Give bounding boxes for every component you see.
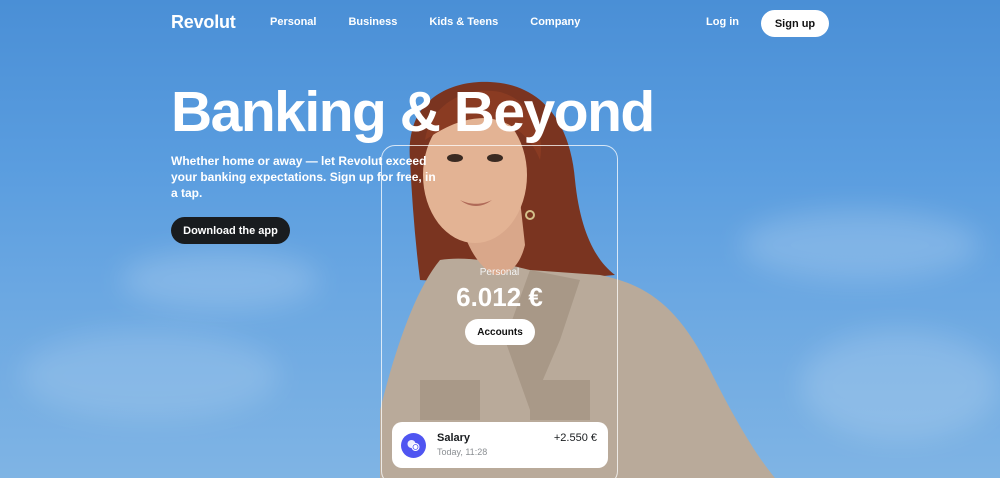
account-label: Personal: [479, 267, 520, 278]
transaction-name: Salary: [437, 432, 471, 444]
transaction-amount: +2.550 €: [553, 432, 597, 444]
nav-link-company[interactable]: Company: [530, 16, 580, 28]
account-balance: 6.012 €: [456, 282, 543, 312]
nav-link-business[interactable]: Business: [348, 16, 397, 28]
cloud-decoration: [120, 250, 320, 310]
download-app-button[interactable]: Download the app: [171, 217, 290, 244]
hero-subtitle: Whether home or away — let Revolut excee…: [171, 154, 436, 200]
login-link[interactable]: Log in: [706, 16, 739, 28]
cloud-decoration: [800, 330, 1000, 440]
signup-button[interactable]: Sign up: [761, 10, 829, 37]
accounts-button[interactable]: Accounts: [465, 319, 535, 345]
revolut-logo[interactable]: Revolut: [171, 12, 236, 33]
nav-link-personal[interactable]: Personal: [270, 16, 316, 28]
transaction-time: Today, 11:28: [437, 447, 488, 457]
coins-icon: [401, 433, 426, 458]
nav-links: Personal Business Kids & Teens Company: [270, 16, 612, 28]
cloud-decoration: [20, 330, 280, 420]
nav-link-kids-teens[interactable]: Kids & Teens: [429, 16, 498, 28]
hero-title: Banking & Beyond: [171, 80, 655, 144]
transaction-card: Salary Today, 11:28 +2.550 €: [392, 422, 608, 468]
top-navigation: Revolut Personal Business Kids & Teens C…: [0, 0, 1000, 46]
